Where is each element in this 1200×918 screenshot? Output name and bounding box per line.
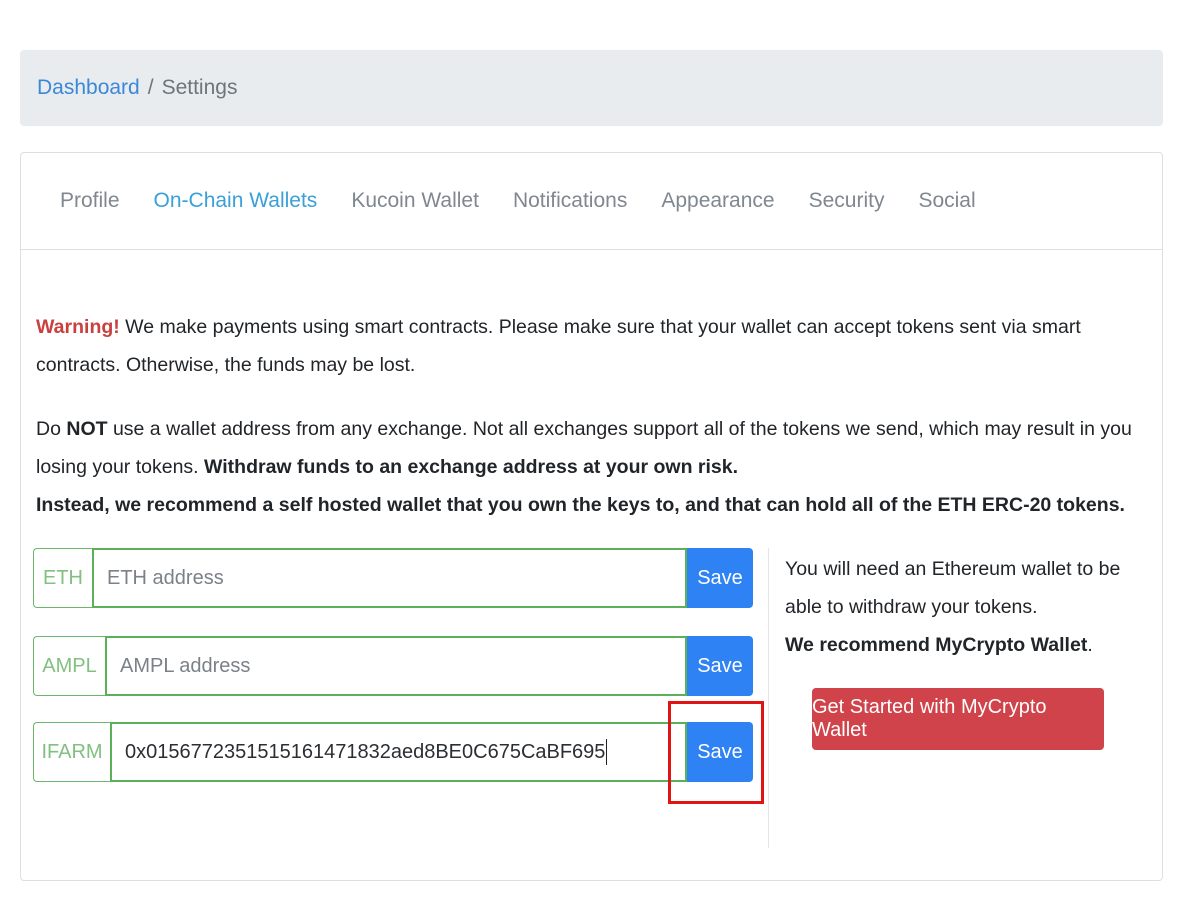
ampl-wallet-row: AMPL AMPL address Save (33, 636, 753, 696)
ampl-save-button[interactable]: Save (687, 636, 753, 696)
ifarm-prefix: IFARM (33, 722, 110, 782)
recommend-bold: We recommend MyCrypto Wallet (785, 634, 1088, 656)
wallet-need-text: You will need an Ethereum wallet to be a… (785, 558, 1121, 618)
exchange-warning-paragraph: Do NOT use a wallet address from any exc… (36, 410, 1146, 524)
eth-address-input[interactable]: ETH address (92, 548, 687, 608)
save-button-highlight (668, 701, 764, 804)
breadcrumb-current: Settings (161, 76, 238, 99)
tab-on-chain-wallets[interactable]: On-Chain Wallets (137, 189, 335, 213)
wallet-recommendation: You will need an Ethereum wallet to be a… (785, 550, 1145, 664)
warning-text: We make payments using smart contracts. … (36, 316, 1081, 376)
settings-tabs: Profile On-Chain Wallets Kucoin Wallet N… (21, 153, 1162, 250)
settings-card: Profile On-Chain Wallets Kucoin Wallet N… (20, 152, 1163, 881)
exchange-warning-a: Do (36, 418, 67, 440)
ifarm-address-value: 0x0156772351515161471832aed8BE0C675CaBF6… (125, 740, 606, 763)
exchange-warning-bold: Withdraw funds to an exchange address at… (204, 456, 739, 478)
column-divider (768, 548, 769, 848)
tab-profile[interactable]: Profile (43, 189, 137, 213)
warning-paragraph: Warning! We make payments using smart co… (36, 308, 1146, 384)
ifarm-wallet-row: IFARM 0x0156772351515161471832aed8BE0C67… (33, 722, 753, 782)
warning-text-block: Warning! We make payments using smart co… (36, 308, 1146, 524)
tab-kucoin-wallet[interactable]: Kucoin Wallet (334, 189, 496, 213)
tab-social[interactable]: Social (901, 189, 992, 213)
get-started-mycrypto-button[interactable]: Get Started with MyCrypto Wallet (812, 688, 1104, 750)
tab-appearance[interactable]: Appearance (644, 189, 791, 213)
tab-security[interactable]: Security (792, 189, 902, 213)
exchange-warning-not: NOT (66, 418, 108, 440)
tab-notifications[interactable]: Notifications (496, 189, 644, 213)
eth-wallet-row: ETH ETH address Save (33, 548, 753, 608)
breadcrumb-separator: / (147, 76, 154, 99)
breadcrumb-dashboard-link[interactable]: Dashboard (37, 76, 140, 100)
recommend-line: We recommend MyCrypto Wallet. (785, 626, 1145, 664)
recommendation-text: Instead, we recommend a self hosted wall… (36, 494, 1125, 516)
warning-label: Warning! (36, 316, 120, 338)
ampl-address-input[interactable]: AMPL address (105, 636, 687, 696)
breadcrumb: Dashboard / Settings (20, 50, 1163, 126)
ampl-prefix: AMPL (33, 636, 105, 696)
ifarm-address-input[interactable]: 0x0156772351515161471832aed8BE0C675CaBF6… (110, 722, 687, 782)
eth-save-button[interactable]: Save (687, 548, 753, 608)
recommend-end: . (1087, 634, 1093, 656)
text-caret (606, 739, 608, 765)
eth-prefix: ETH (33, 548, 92, 608)
